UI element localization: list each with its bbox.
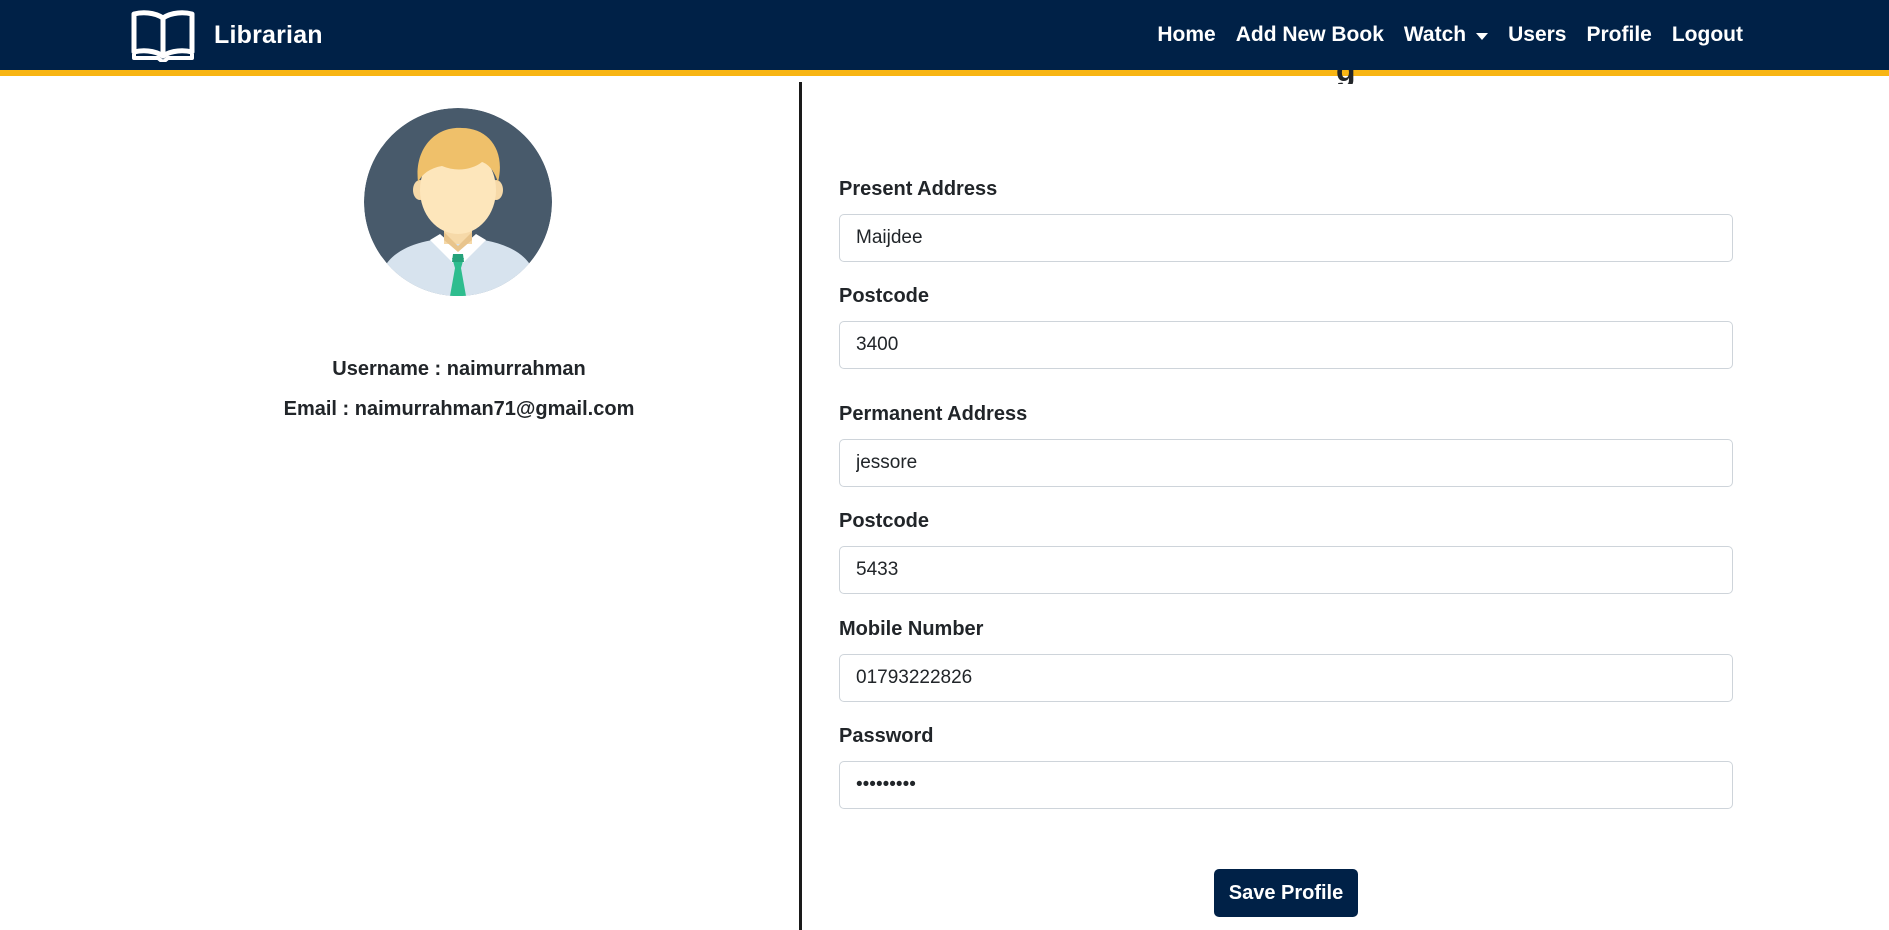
nav-logout[interactable]: Logout [1672,23,1743,47]
username-text: Username : naimurrahman [332,358,586,380]
nav-watch-dropdown[interactable]: Watch [1403,23,1489,47]
nav-add-new-book[interactable]: Add New Book [1236,23,1384,47]
password-label: Password [839,725,934,747]
caret-down-icon [1476,32,1489,40]
column-divider [799,82,802,930]
nav-profile[interactable]: Profile [1587,23,1652,47]
mobile-number-input[interactable] [839,654,1733,702]
nav-watch-label: Watch [1403,23,1467,46]
password-input[interactable] [839,761,1733,809]
nav-home[interactable]: Home [1157,23,1215,47]
permanent-postcode-input[interactable] [839,546,1733,594]
mobile-number-label: Mobile Number [839,618,984,640]
navbar: Librarian Home Add New Book Watch Users … [0,0,1889,76]
present-postcode-input[interactable] [839,321,1733,369]
present-address-label: Present Address [839,178,998,200]
email-text: Email : naimurrahman71@gmail.com [283,398,635,420]
save-profile-button[interactable]: Save Profile [1214,869,1358,917]
present-address-input[interactable] [839,214,1733,262]
profile-summary: Username : naimurrahman Email : naimurra… [0,82,800,930]
permanent-address-label: Permanent Address [839,403,1028,425]
present-postcode-label: Postcode [839,285,930,307]
user-avatar-icon [364,108,552,296]
permanent-postcode-label: Postcode [839,510,930,532]
brand-link[interactable]: Librarian [130,8,323,64]
brand-title: Librarian [214,20,323,49]
nav-users[interactable]: Users [1508,23,1566,47]
nav-links: Home Add New Book Watch Users Profile Lo… [1137,0,1743,70]
open-book-icon [130,8,196,64]
permanent-address-input[interactable] [839,439,1733,487]
form-heading-fragment: g [1336,70,1356,84]
